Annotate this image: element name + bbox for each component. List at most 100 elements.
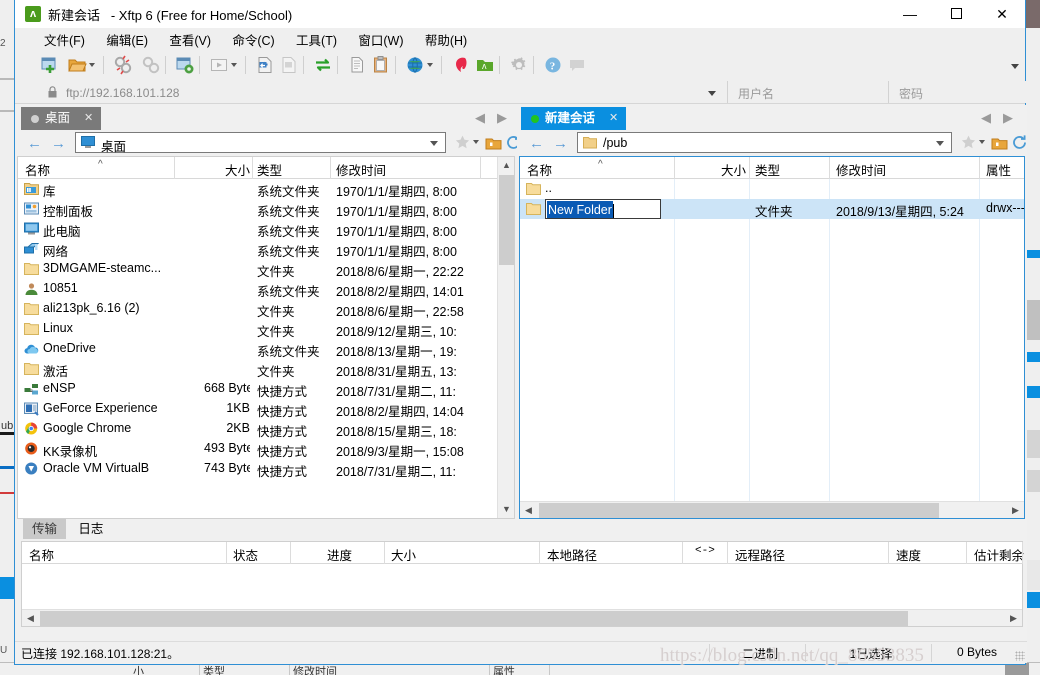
remote-horizontal-scrollbar[interactable]: ◀ ▶ [520,501,1024,518]
column-divider[interactable] [290,542,291,564]
col-mtime[interactable]: 修改时间 [336,160,386,179]
menu-edit[interactable]: 编辑(E) [97,28,157,51]
scroll-up-arrow[interactable]: ▲ [498,157,515,174]
scroll-right-arrow[interactable]: ▶ [1007,502,1024,519]
tab-scroll-right[interactable]: ▶ [1003,110,1013,126]
open-folder-icon[interactable] [67,55,87,75]
star-dropdown-icon[interactable] [473,140,479,144]
column-divider[interactable] [888,542,889,564]
local-back-button[interactable]: ← [27,135,42,152]
col-t-remote[interactable]: 远程路径 [735,545,785,564]
close-button[interactable]: ✕ [979,0,1025,28]
tab-scroll-right[interactable]: ▶ [497,110,507,126]
resize-grip[interactable] [1015,651,1025,661]
transfer-left-icon[interactable] [255,55,275,75]
table-row[interactable]: New Folder 文件夹 2018/9/13/星期四, 5:24 drwx---- [520,199,1024,219]
remote-forward-button[interactable]: → [553,135,568,152]
col-size[interactable]: 大小 [702,160,746,179]
transfer-horizontal-scrollbar[interactable]: ◀ ▶ [22,609,1022,626]
open-folder-dropdown-icon[interactable] [89,63,95,67]
star-icon[interactable] [960,134,977,151]
col-t-progress[interactable]: 进度 [327,545,352,564]
table-row[interactable]: Oracle VM VirtualB 743 Bytes 快捷方式 2018/7/31… [18,459,514,479]
tab-remote-session[interactable]: 新建会话 ✕ [521,107,627,130]
column-divider[interactable] [966,542,967,564]
column-divider[interactable] [1022,542,1023,564]
table-row[interactable]: 10851 系统文件夹 2018/8/2/星期四, 14:01 [18,279,514,299]
table-row[interactable]: 此电脑 系统文件夹 1970/1/1/星期四, 8:00 [18,219,514,239]
home-folder-icon[interactable] [991,134,1008,151]
column-divider[interactable] [829,157,830,179]
username-input[interactable]: 用户名 [727,81,887,103]
scrollbar-thumb[interactable] [499,175,514,265]
scroll-left-arrow[interactable]: ◀ [22,610,39,627]
tab-close-icon[interactable]: ✕ [84,107,93,130]
remote-path-dropdown-icon[interactable] [936,141,944,146]
local-path-dropdown-icon[interactable] [430,141,438,146]
column-divider[interactable] [174,157,175,179]
col-name[interactable]: 名称 [527,160,552,179]
menu-view[interactable]: 查看(V) [160,28,220,51]
col-mtime[interactable]: 修改时间 [836,160,886,179]
scrollbar-thumb[interactable] [40,611,908,626]
table-row[interactable]: ali213pk_6.16 (2) 文件夹 2018/8/6/星期一, 22:58 [18,299,514,319]
menu-help[interactable]: 帮助(H) [416,28,476,51]
star-dropdown-icon[interactable] [979,140,985,144]
column-divider[interactable] [480,157,481,179]
column-divider[interactable] [539,542,540,564]
menu-window[interactable]: 窗口(W) [349,28,412,51]
table-row[interactable]: OneDrive 系统文件夹 2018/8/13/星期一, 19: [18,339,514,359]
menu-tools[interactable]: 工具(T) [287,28,346,51]
col-t-direction[interactable]: <-> [695,545,715,557]
session-properties-icon[interactable] [175,55,195,75]
table-row[interactable]: 激活 文件夹 2018/8/31/星期五, 13: [18,359,514,379]
column-divider[interactable] [727,542,728,564]
col-attr[interactable]: 属性 [986,160,1011,179]
column-divider[interactable] [252,157,253,179]
xshell-icon[interactable] [451,55,471,75]
gear-icon[interactable] [509,55,529,75]
rename-input[interactable]: New Folder [545,199,661,219]
password-input[interactable]: 密码 [888,81,1026,103]
home-folder-icon[interactable] [485,134,502,151]
remote-back-button[interactable]: ← [529,135,544,152]
table-row[interactable]: 网络 系统文件夹 1970/1/1/星期四, 8:00 [18,239,514,259]
table-row[interactable]: .. [520,179,1024,199]
toolbar-overflow-chevron[interactable] [1011,64,1019,69]
tab-scroll-left[interactable]: ◀ [475,110,485,126]
col-t-size[interactable]: 大小 [391,545,416,564]
table-row[interactable]: 库 系统文件夹 1970/1/1/星期四, 8:00 [18,179,514,199]
table-row[interactable]: Linux 文件夹 2018/9/12/星期三, 10: [18,319,514,339]
col-type[interactable]: 类型 [755,160,780,179]
table-row[interactable]: eNSP 668 Bytes 快捷方式 2018/7/31/星期二, 11: [18,379,514,399]
local-vertical-scrollbar[interactable]: ▲ ▼ [497,157,514,518]
column-divider[interactable] [682,542,683,564]
col-t-local[interactable]: 本地路径 [547,545,597,564]
refresh-icon[interactable] [1011,134,1028,151]
scroll-right-arrow[interactable]: ▶ [1005,610,1022,627]
column-divider[interactable] [384,542,385,564]
table-row[interactable]: KK录像机 493 Bytes 快捷方式 2018/9/3/星期一, 15:08 [18,439,514,459]
browser-dropdown-icon[interactable] [427,63,433,67]
url-dropdown-icon[interactable] [708,91,716,96]
col-type[interactable]: 类型 [257,160,282,179]
col-size[interactable]: 大小 [204,160,250,179]
table-row[interactable]: 控制面板 系统文件夹 1970/1/1/星期四, 8:00 [18,199,514,219]
scrollbar-thumb[interactable] [539,503,939,518]
feedback-icon[interactable] [567,55,587,75]
new-session-icon[interactable] [39,55,59,75]
menu-command[interactable]: 命令(C) [223,28,283,51]
tab-local-desktop[interactable]: 桌面 ✕ [21,107,102,130]
minimize-button[interactable]: — [887,0,933,28]
column-divider[interactable] [674,157,675,179]
table-row[interactable]: GeForce Experience 1KB 快捷方式 2018/8/2/星期四, 1… [18,399,514,419]
scroll-left-arrow[interactable]: ◀ [520,502,537,519]
column-divider[interactable] [749,157,750,179]
disconnect-icon[interactable] [113,55,133,75]
local-path-input[interactable]: 桌面 [75,132,446,154]
col-t-eta[interactable]: 估计剩余 [974,545,1024,564]
local-forward-button[interactable]: → [51,135,66,152]
col-t-status[interactable]: 状态 [233,545,258,564]
tab-log[interactable]: 日志 [69,519,112,539]
url-input[interactable]: ftp://192.168.101.128 [37,81,725,103]
